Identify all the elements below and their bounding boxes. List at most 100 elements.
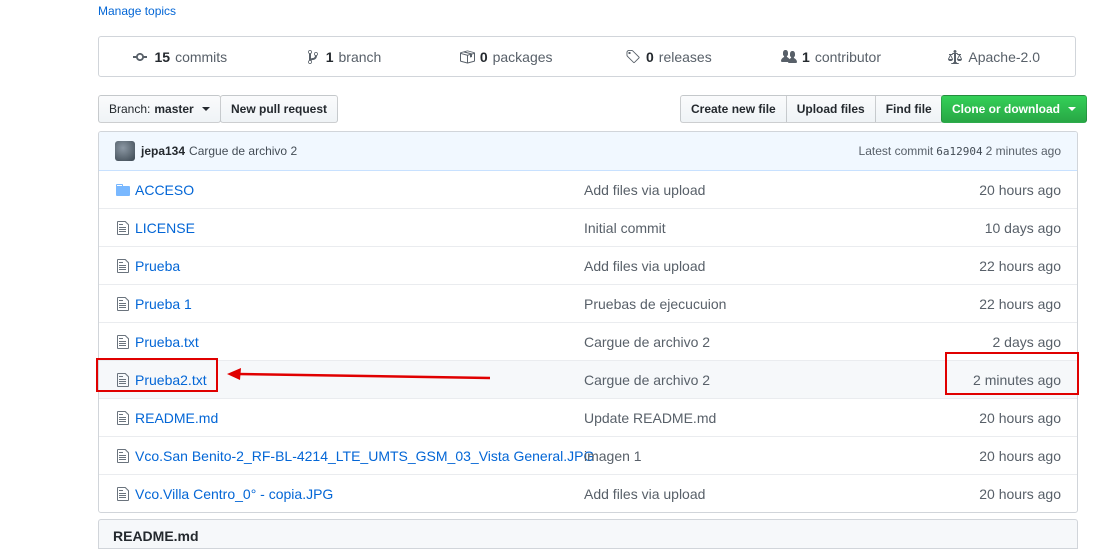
file-icon [117, 258, 129, 273]
file-icon [115, 410, 131, 426]
file-commit-message[interactable]: Cargue de archivo 2 [584, 372, 710, 388]
file-name-link[interactable]: Prueba [135, 258, 180, 274]
file-commit-message[interactable]: Cargue de archivo 2 [584, 334, 710, 350]
file-age: 20 hours ago [979, 485, 1061, 502]
packages-summary[interactable]: 0 packages [424, 49, 587, 65]
readme-title: README.md [113, 528, 199, 544]
branches-count: 1 [325, 48, 334, 65]
table-row: Prueba Add files via upload 22 hours ago [99, 246, 1077, 284]
file-name-link[interactable]: Prueba.txt [135, 334, 199, 350]
releases-label: releases [658, 48, 712, 65]
commit-message[interactable]: Cargue de archivo 2 [189, 144, 297, 158]
file-icon [115, 258, 131, 274]
file-icon [115, 486, 131, 502]
commit-icon [133, 52, 148, 61]
readme-header: README.md [98, 519, 1078, 549]
license-label: Apache-2.0 [968, 48, 1040, 65]
file-icon [117, 334, 129, 349]
file-name-link[interactable]: ACCESO [135, 182, 194, 198]
latest-commit-bar: jepa134 Cargue de archivo 2 Latest commi… [99, 132, 1077, 171]
file-name-link[interactable]: LICENSE [135, 220, 195, 236]
table-row: ACCESO Add files via upload 20 hours ago [99, 171, 1077, 208]
branch-name: master [154, 102, 194, 116]
license-summary[interactable]: Apache-2.0 [912, 49, 1075, 65]
file-icon [117, 448, 129, 463]
file-commit-message[interactable]: Initial commit [584, 220, 666, 236]
commits-label: commits [175, 48, 228, 65]
chevron-down-icon [201, 107, 210, 111]
table-row: Vco.Villa Centro_0° - copia.JPG Add files… [99, 474, 1077, 512]
find-file-button[interactable]: Find file [874, 95, 943, 123]
commit-author[interactable]: jepa134 [141, 144, 185, 158]
create-new-file-button[interactable]: Create new file [680, 95, 787, 123]
branches-label: branch [338, 48, 382, 65]
file-commit-message[interactable]: Add files via upload [584, 258, 705, 274]
new-pull-request-button[interactable]: New pull request [220, 95, 339, 123]
folder-icon [115, 182, 131, 198]
file-icon [117, 410, 129, 425]
branch-icon [307, 49, 318, 64]
table-row: Prueba.txt Cargue de archivo 2 2 days ago [99, 322, 1077, 360]
packages-label: packages [492, 48, 553, 65]
package-icon [459, 50, 475, 63]
folder-icon [116, 183, 130, 196]
table-row: LICENSE Initial commit 10 days ago [99, 208, 1077, 246]
law-icon [948, 49, 963, 64]
branch-prefix: Branch: [109, 102, 151, 116]
repo-summary: 15 commits 1 branch 0 packages 0 release… [98, 36, 1076, 77]
file-commit-message[interactable]: Add files via upload [584, 182, 705, 198]
commits-summary[interactable]: 15 commits [99, 49, 262, 65]
file-name-link[interactable]: README.md [135, 410, 218, 426]
annotation-filename-box [96, 358, 218, 392]
table-row: Prueba 1 Pruebas de ejecucuion 22 hours ag… [99, 284, 1077, 322]
file-actions-group: Create new file Upload files Find file [680, 95, 943, 123]
file-icon [115, 448, 131, 464]
table-row: Prueba2.txt Cargue de archivo 22 minutes … [99, 360, 1077, 398]
file-age: 10 days ago [984, 219, 1061, 236]
annotation-age-box [945, 352, 1079, 395]
manage-topics-link[interactable]: Manage topics [98, 4, 176, 18]
tag-icon [626, 49, 640, 63]
upload-files-button[interactable]: Upload files [785, 95, 876, 123]
commit-age: 2 minutes ago [985, 144, 1061, 158]
contributors-label: contributor [814, 48, 881, 65]
file-age: 22 hours ago [979, 295, 1061, 312]
commit-sha[interactable]: 6a12904 [936, 145, 982, 158]
avatar[interactable] [115, 141, 135, 161]
file-icon [115, 296, 131, 312]
file-commit-message[interactable]: Update README.md [584, 410, 716, 426]
packages-count: 0 [479, 48, 488, 65]
file-age: 20 hours ago [979, 409, 1061, 426]
contributors-count: 1 [802, 48, 810, 65]
file-list: ACCESO Add files via upload 20 hours ago LI… [99, 171, 1077, 512]
latest-commit-label: Latest commit [858, 144, 934, 158]
branches-summary[interactable]: 1 branch [262, 49, 425, 65]
clone-download-button[interactable]: Clone or download [941, 95, 1087, 123]
branch-select-button[interactable]: Branch: master [98, 95, 221, 123]
contributors-summary[interactable]: 1 contributor [750, 49, 913, 65]
table-row: README.md Update README.md 20 hours ago [99, 398, 1077, 436]
people-icon [781, 49, 798, 63]
file-age: 20 hours ago [979, 181, 1061, 198]
chevron-down-icon [1068, 107, 1076, 111]
file-icon [117, 486, 129, 501]
file-icon [117, 296, 129, 311]
clone-download-label: Clone or download [952, 102, 1060, 116]
file-icon [115, 220, 131, 236]
file-age: 20 hours ago [979, 447, 1061, 464]
releases-summary[interactable]: 0 releases [587, 49, 750, 65]
file-name-link[interactable]: Vco.Villa Centro_0° - copia.JPG [135, 486, 333, 502]
file-name-link[interactable]: Prueba 1 [135, 296, 192, 312]
commits-count: 15 [154, 48, 171, 65]
file-icon [117, 220, 129, 235]
file-name-link[interactable]: Vco.San Benito-2_RF-BL-4214_LTE_UMTS_GSM… [135, 448, 594, 464]
file-icon [115, 334, 131, 350]
new-pull-request-label: New pull request [231, 102, 328, 116]
file-commit-message[interactable]: Pruebas de ejecucuion [584, 296, 726, 312]
file-age: 2 days ago [992, 333, 1062, 350]
file-commit-message[interactable]: Add files via upload [584, 486, 705, 502]
file-age: 22 hours ago [979, 257, 1061, 274]
file-commit-message[interactable]: imagen 1 [584, 448, 642, 464]
table-row: Vco.San Benito-2_RF-BL-4214_LTE_UMTS_GSM… [99, 436, 1077, 474]
releases-count: 0 [645, 48, 654, 65]
